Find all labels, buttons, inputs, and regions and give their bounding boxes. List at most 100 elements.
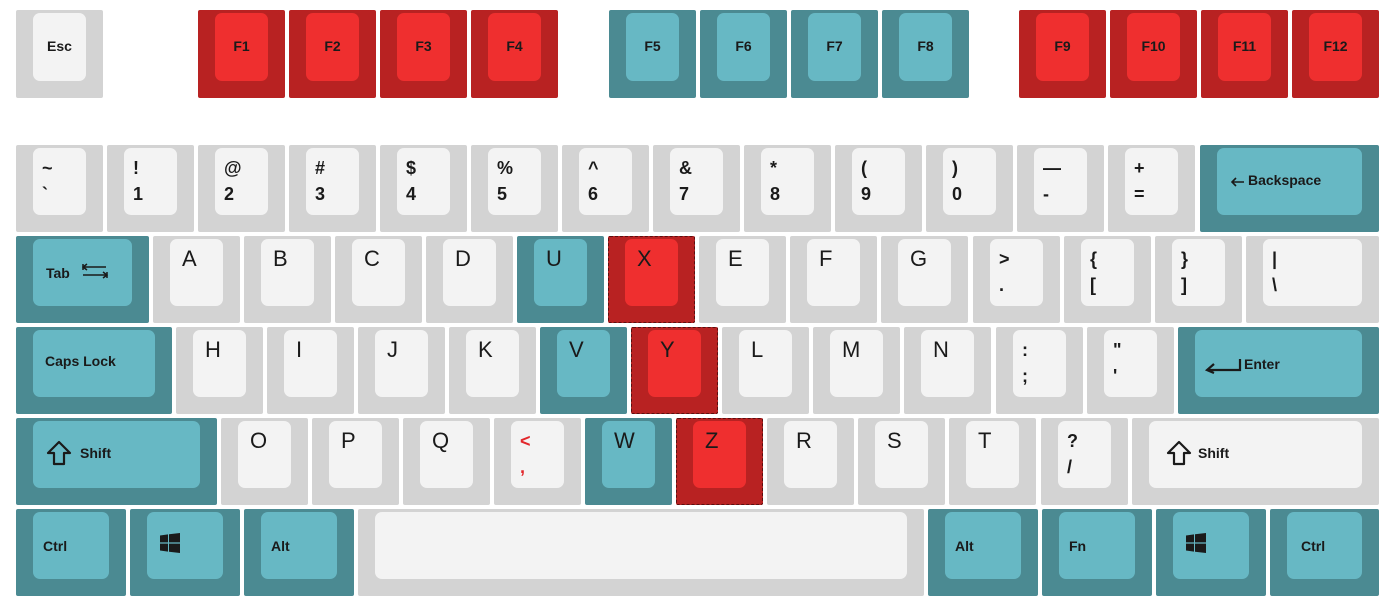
key-i: I bbox=[267, 327, 354, 414]
key-f1: F1 bbox=[198, 10, 285, 98]
key-sym-11: — - bbox=[1017, 145, 1104, 232]
key-r: R bbox=[767, 418, 854, 505]
keycap-top bbox=[375, 330, 428, 397]
keycap-top bbox=[33, 148, 86, 215]
key-f: F bbox=[790, 236, 877, 323]
key-tab: Tab bbox=[16, 236, 149, 323]
key-space bbox=[358, 509, 924, 596]
key-ctrl: Ctrl bbox=[16, 509, 126, 596]
key-f10: F10 bbox=[1110, 10, 1197, 98]
keycap-top bbox=[852, 148, 905, 215]
key-1: ! 1 bbox=[107, 145, 194, 232]
key-h: H bbox=[176, 327, 263, 414]
key-sym-12: }] bbox=[1155, 236, 1242, 323]
key-sym-13: | \ bbox=[1246, 236, 1379, 323]
key-shift: Shift bbox=[1132, 418, 1379, 505]
keycap-top bbox=[1125, 148, 1178, 215]
key-alt: Alt bbox=[928, 509, 1038, 596]
keycap-top bbox=[1173, 512, 1249, 579]
keycap-top bbox=[147, 512, 223, 579]
key-e: E bbox=[699, 236, 786, 323]
key-3: #3 bbox=[289, 145, 376, 232]
keycap-top bbox=[375, 512, 907, 579]
keycap-top bbox=[124, 148, 177, 215]
windows-logo-icon bbox=[1186, 533, 1206, 558]
key-f4: F4 bbox=[471, 10, 558, 98]
key-o: O bbox=[221, 418, 308, 505]
shift-arrow-icon bbox=[1166, 440, 1192, 471]
keycap-top bbox=[761, 148, 814, 215]
left-arrow-icon bbox=[1230, 174, 1245, 192]
keycap-top bbox=[488, 148, 541, 215]
key-sym-11: {[ bbox=[1064, 236, 1151, 323]
key-sym-10: >. bbox=[973, 236, 1060, 323]
key-f9: F9 bbox=[1019, 10, 1106, 98]
key-m: M bbox=[813, 327, 900, 414]
key-4: $4 bbox=[380, 145, 467, 232]
key-sym-10: ? / bbox=[1041, 418, 1128, 505]
key-6: ^ 6 bbox=[562, 145, 649, 232]
key-sym-11: " ' bbox=[1087, 327, 1174, 414]
key-q: Q bbox=[403, 418, 490, 505]
key-2: @2 bbox=[198, 145, 285, 232]
key-d: D bbox=[426, 236, 513, 323]
key-9: (9 bbox=[835, 145, 922, 232]
windows-logo-icon bbox=[160, 533, 180, 558]
key-shift: Shift bbox=[16, 418, 217, 505]
keycap-top bbox=[306, 148, 359, 215]
keycap-top bbox=[397, 148, 450, 215]
keycap-top bbox=[1263, 239, 1362, 306]
key-k: K bbox=[449, 327, 536, 414]
key-windows-logo bbox=[1156, 509, 1266, 596]
key-n: N bbox=[904, 327, 991, 414]
key-7: & 7 bbox=[653, 145, 740, 232]
key-f7: F7 bbox=[791, 10, 878, 98]
key-s: S bbox=[858, 418, 945, 505]
key-y: Y bbox=[631, 327, 718, 414]
key-x: X bbox=[608, 236, 695, 323]
key-sym-10: :; bbox=[996, 327, 1083, 414]
key-sym-4: <, bbox=[494, 418, 581, 505]
key-5: % 5 bbox=[471, 145, 558, 232]
return-arrow-icon bbox=[1204, 358, 1242, 379]
key-w: W bbox=[585, 418, 672, 505]
key-f11: F11 bbox=[1201, 10, 1288, 98]
key-l: L bbox=[722, 327, 809, 414]
key-8: * 8 bbox=[744, 145, 831, 232]
keycap-top bbox=[511, 421, 564, 488]
key-a: A bbox=[153, 236, 240, 323]
keycap-top bbox=[579, 148, 632, 215]
keycap-top bbox=[1013, 330, 1066, 397]
key-g: G bbox=[881, 236, 968, 323]
keycap-top bbox=[943, 148, 996, 215]
key-u: U bbox=[517, 236, 604, 323]
key-v: V bbox=[540, 327, 627, 414]
keycap-top bbox=[990, 239, 1043, 306]
key-j: J bbox=[358, 327, 445, 414]
key-t: T bbox=[949, 418, 1036, 505]
keycap-top bbox=[1172, 239, 1225, 306]
key-z: Z bbox=[676, 418, 763, 505]
key-enter: Enter bbox=[1178, 327, 1379, 414]
key-c: C bbox=[335, 236, 422, 323]
key-f5: F5 bbox=[609, 10, 696, 98]
keycap-top bbox=[1081, 239, 1134, 306]
key-f8: F8 bbox=[882, 10, 969, 98]
key-f6: F6 bbox=[700, 10, 787, 98]
keycap-top bbox=[966, 421, 1019, 488]
key-sym-12: + = bbox=[1108, 145, 1195, 232]
key-esc: Esc bbox=[16, 10, 103, 98]
key-alt: Alt bbox=[244, 509, 354, 596]
keycap-top bbox=[807, 239, 860, 306]
keyboard-layout-diagram: Esc F1 F2 F3 F4 F5 F6 F7 F8 F9 F10 F11 F12 ~ `! 1 @2 #3 $4… bbox=[0, 0, 1391, 610]
key-windows-logo bbox=[130, 509, 240, 596]
keycap-top bbox=[284, 330, 337, 397]
keycap-top bbox=[670, 148, 723, 215]
keycap-top bbox=[739, 330, 792, 397]
key-p: P bbox=[312, 418, 399, 505]
key-f2: F2 bbox=[289, 10, 376, 98]
key-b: B bbox=[244, 236, 331, 323]
key-sym-0: ~ ` bbox=[16, 145, 103, 232]
key-caps-lock: Caps Lock bbox=[16, 327, 172, 414]
key-fn: Fn bbox=[1042, 509, 1152, 596]
